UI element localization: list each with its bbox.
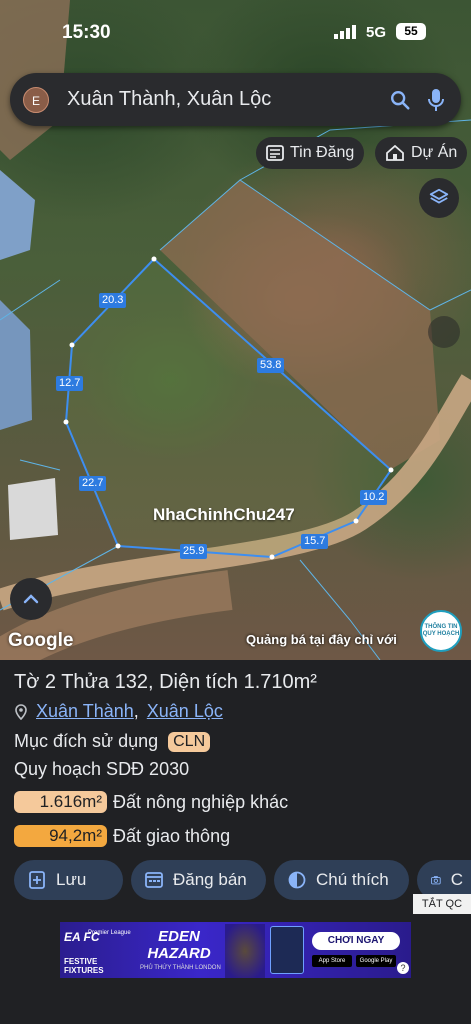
google-logo: Google: [8, 630, 74, 651]
planning-info-badge[interactable]: THÔNG TIN QUY HOẠCH: [420, 610, 462, 652]
zone-area-badge: 1.616m²: [14, 791, 107, 813]
battery-icon: 55: [396, 23, 426, 40]
parcel-title: Tờ 2 Thửa 132, Diện tích 1.710m²: [14, 671, 317, 693]
bookmark-add-icon: [29, 871, 45, 889]
contrast-icon: [288, 871, 306, 889]
building-roof: [0, 300, 32, 430]
ad-fixtures: FESTIVE FIXTURES: [64, 957, 104, 975]
layers-icon: [429, 188, 449, 204]
watermark-text: NhaChinhChu247: [153, 505, 295, 524]
ad-player: EDEN HAZARD: [147, 928, 211, 962]
ward-link[interactable]: Xuân Thành: [36, 701, 134, 722]
status-time: 15:30: [62, 22, 111, 43]
newspaper-icon: [266, 145, 284, 161]
edge-length-label: 15.7: [301, 534, 329, 549]
ad-card-image: [270, 926, 304, 974]
purpose-label: Mục đích sử dụng: [14, 731, 159, 751]
zone-row: 94,2m² Đất giao thông: [14, 825, 230, 847]
plan-label: Quy hoạch SDĐ 2030: [14, 759, 190, 779]
ad-banner[interactable]: EA FC Premier League FESTIVE FIXTURES ED…: [60, 922, 411, 978]
zone-name: Đất nông nghiệp khác: [113, 791, 289, 812]
network-type: 5G: [366, 24, 387, 41]
calendar-icon: [145, 872, 163, 888]
district-link[interactable]: Xuân Lộc: [147, 701, 223, 722]
zone-row: 1.616m² Đất nông nghiệp khác: [14, 791, 288, 813]
signal-icon: [334, 25, 356, 39]
edge-length-label: 53.8: [257, 358, 285, 373]
location-pin-icon: [15, 703, 27, 720]
edge-length-label: 25.9: [180, 544, 208, 559]
edge-length-label: 12.7: [56, 376, 84, 391]
location-separator: ,: [133, 701, 139, 721]
edge-length-label: 22.7: [79, 476, 107, 491]
layers-button[interactable]: [419, 178, 459, 218]
ad-league: Premier League: [88, 930, 131, 936]
capture-label: C: [450, 870, 463, 889]
chip-projects-label: Dự Án: [411, 144, 458, 161]
purpose-code-badge: CLN: [168, 731, 211, 752]
microphone-icon[interactable]: [427, 88, 445, 112]
legend-label: Chú thích: [316, 870, 389, 889]
search-input[interactable]: Xuân Thành, Xuân Lộc: [67, 88, 389, 111]
post-sale-label: Đăng bán: [173, 870, 247, 889]
ad-cta-button[interactable]: CHƠI NGAY: [312, 932, 400, 950]
search-bar[interactable]: E Xuân Thành, Xuân Lộc: [10, 73, 461, 126]
parcel-location: Xuân Thành , Xuân Lộc: [14, 701, 223, 722]
chip-listings-label: Tin Đăng: [290, 144, 355, 161]
satellite-map[interactable]: 20.3 12.7 22.7 25.9 15.7 10.2 53.8 NhaCh…: [0, 0, 471, 660]
zone-area-badge: 94,2m²: [14, 825, 107, 847]
edge-length-label: 10.2: [360, 490, 388, 505]
house-icon: [386, 145, 404, 161]
expand-up-button[interactable]: [10, 578, 52, 620]
chevron-up-icon: [23, 594, 39, 604]
status-bar: 15:30 5G 55: [0, 0, 471, 62]
building-roof: [8, 478, 58, 540]
post-sale-button[interactable]: Đăng bán: [131, 860, 266, 900]
help-icon[interactable]: ?: [397, 962, 409, 974]
land-use-row: Mục đích sử dụng CLN: [14, 731, 211, 752]
save-label: Lưu: [56, 870, 87, 889]
compass-button[interactable]: [428, 316, 460, 348]
chip-projects[interactable]: Dự Án: [375, 137, 468, 169]
building-roof: [0, 170, 35, 260]
ad-player-image: [225, 924, 265, 978]
app-store-badge[interactable]: App Store: [312, 955, 352, 967]
google-play-badge[interactable]: Google Play: [356, 955, 396, 967]
ad-subtitle: PHỦ THỨY THÀNH LONDON: [140, 965, 221, 971]
legend-button[interactable]: Chú thích: [274, 860, 409, 900]
search-icon[interactable]: [389, 89, 411, 111]
edge-length-label: 20.3: [99, 293, 127, 308]
close-ad-button[interactable]: TẮT QC: [413, 894, 471, 914]
zone-name: Đất giao thông: [113, 825, 231, 846]
camera-icon: [431, 876, 441, 885]
avatar[interactable]: E: [23, 86, 49, 113]
map-ad-text[interactable]: Quảng bá tại đây chỉ với: [246, 632, 397, 647]
save-button[interactable]: Lưu: [14, 860, 123, 900]
chip-listings[interactable]: Tin Đăng: [256, 137, 365, 169]
